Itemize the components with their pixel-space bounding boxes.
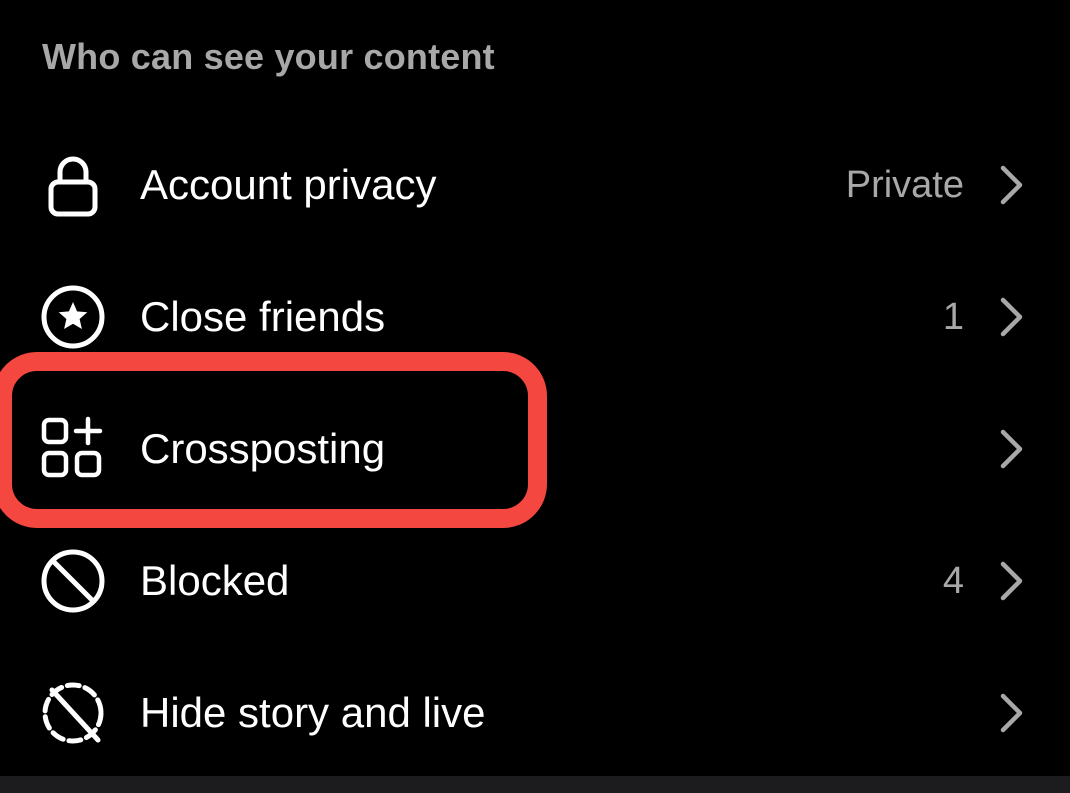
block-icon [40, 548, 106, 614]
chevron-right-icon [996, 163, 1026, 207]
blocked-label: Blocked [140, 557, 290, 604]
crossposting-row[interactable]: Crossposting [0, 389, 1070, 509]
crosspost-apps-icon [40, 416, 106, 482]
close-friends-row[interactable]: Close friends 1 [0, 257, 1070, 377]
close-friends-count: 1 [942, 295, 964, 338]
chevron-right-icon [996, 295, 1026, 339]
blocked-row[interactable]: Blocked 4 [0, 521, 1070, 641]
chevron-right-icon [996, 427, 1026, 471]
chevron-right-icon [996, 559, 1026, 603]
hide-story-label: Hide story and live [140, 689, 486, 736]
account-privacy-row[interactable]: Account privacy Private [0, 125, 1070, 245]
account-privacy-label: Account privacy [140, 161, 437, 208]
blocked-count: 4 [942, 559, 964, 602]
chevron-right-icon [996, 691, 1026, 735]
close-friends-label: Close friends [140, 293, 386, 340]
crossposting-label: Crossposting [140, 425, 386, 472]
bottom-divider [0, 776, 1070, 793]
hide-story-icon [40, 680, 106, 746]
hide-story-row[interactable]: Hide story and live [0, 653, 1070, 773]
star-circle-icon [40, 284, 106, 350]
section-title: Who can see your content [42, 36, 495, 77]
lock-icon [40, 152, 106, 218]
account-privacy-value: Private [845, 163, 964, 206]
